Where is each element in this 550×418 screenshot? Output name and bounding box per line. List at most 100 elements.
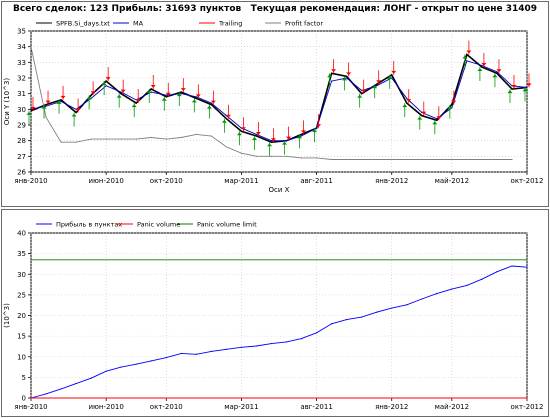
panel0-series-point	[165, 96, 167, 98]
panel1-series-point	[361, 316, 363, 318]
panel0-y-axis-label: Оси Y (10^3)	[3, 78, 11, 126]
panel0-series-point	[406, 158, 408, 161]
panel0-series-point	[120, 93, 122, 95]
panel1-plot-area	[30, 232, 528, 399]
panel1-series-point	[466, 284, 468, 286]
panel0-series-point	[436, 118, 438, 120]
panel1-y-axis-label: (10^3)	[3, 303, 11, 328]
panel0-series-point	[436, 158, 438, 161]
panel0-series-point	[315, 157, 318, 159]
panel1-series-point	[60, 388, 62, 390]
panel0-series-point	[60, 99, 62, 101]
panel1-legend-label: Прибыль в пунктах	[56, 221, 122, 229]
panel1-y-tick-label: 30	[17, 271, 26, 279]
panel1-series-point	[526, 259, 528, 261]
panel0-y-tick-label: 32	[17, 75, 26, 83]
panel1-series-point	[496, 271, 498, 273]
panel0-series-point	[270, 141, 273, 143]
panel1-series-point	[331, 323, 333, 325]
panel0-series-point	[391, 74, 393, 76]
charts-svg: 26 27 28 29 30 31 32 33 34 35 янв-2010 июн-2010 окт-…	[3, 20, 544, 412]
panel0-series-point	[526, 86, 528, 88]
panel0-x-tick-label: окт-2012	[511, 177, 544, 185]
panel0-series-point	[255, 133, 258, 135]
panel0-series-point	[376, 158, 378, 161]
panel1-y-tick-label: 15	[17, 333, 26, 341]
panel1-series-point	[421, 298, 423, 300]
panel0-series-point	[60, 100, 62, 103]
panel1-y-tick-label: 0	[22, 395, 26, 403]
panel1-y-tick-label: 20	[17, 312, 26, 320]
panel1-series-point	[135, 363, 137, 365]
panel0-series-point	[240, 130, 243, 132]
panel0-series-point	[225, 118, 227, 120]
panel0-y-tick-label: 30	[17, 106, 26, 114]
panel0-series-point	[180, 136, 182, 139]
panel0-series-point	[30, 46, 32, 48]
panel0-series-point	[361, 93, 363, 95]
panel0-series-point	[240, 152, 243, 154]
panel0-legend-label: SPFB.Si_days.txt	[56, 20, 110, 28]
panel0-series-point	[361, 158, 363, 161]
panel0-series-point	[195, 96, 197, 98]
panel1-series-point	[391, 307, 393, 309]
panel0-series-point	[346, 77, 348, 79]
panel0-series-point	[270, 140, 273, 142]
panel1-y-tick-label: 5	[22, 374, 26, 382]
panel0-series-point	[331, 158, 333, 161]
panel1-series-point	[346, 319, 348, 321]
panel1-series-point	[45, 393, 47, 395]
panel0-series-point	[300, 157, 303, 159]
panel0-series-point	[30, 108, 32, 110]
panel1-series-point	[120, 366, 122, 368]
panel0-series-point	[255, 135, 258, 137]
panel0-series-point	[165, 94, 167, 96]
panel0-series-point	[195, 133, 197, 135]
panel0-series-point	[210, 135, 212, 137]
panel0-series-point	[300, 133, 303, 135]
panel1-series-point	[150, 360, 152, 362]
panel1-y-tick-label: 40	[17, 230, 26, 238]
panel0-x-tick-label: авг-2011	[300, 177, 332, 185]
panel0-series-point	[496, 158, 498, 161]
panel0-series-point	[481, 158, 483, 161]
panel1-series-point	[180, 352, 182, 355]
panel1-series-point	[105, 370, 107, 372]
panel0-series-point	[466, 53, 468, 56]
panel0-series-point	[391, 158, 393, 161]
panel0-series-point	[135, 102, 137, 104]
panel0-series-point	[135, 138, 137, 140]
panel0-series-point	[75, 111, 77, 114]
panel1-x-tick-label: май-2012	[435, 403, 469, 411]
panel0-series-point	[451, 158, 453, 161]
panel1-x-tick-label: янв-2010	[14, 403, 47, 411]
panel0-series-point	[331, 72, 333, 74]
panel0-legend-label: Trailing	[218, 20, 242, 28]
panel0-y-tick-label: 29	[17, 122, 26, 130]
panel0-series-point	[406, 97, 408, 99]
panel0-series-point	[511, 88, 513, 90]
panel0-series-point	[90, 138, 92, 140]
panel1-series-point	[451, 288, 453, 290]
panel1-y-tick-label: 10	[17, 353, 26, 361]
panel0-series-point	[180, 93, 182, 95]
panel1-series-point	[481, 278, 483, 280]
panel0-series-point	[120, 91, 122, 93]
panel0-x-tick-label: янв-2012	[375, 177, 408, 185]
panel1-x-tick-label: мар-2011	[224, 403, 258, 411]
panel0-series-point	[45, 105, 47, 107]
panel1-x-tick-label: янв-2012	[375, 403, 408, 411]
panel0-series-point	[75, 141, 77, 143]
panel0-x-tick-label: окт-2010	[150, 177, 183, 185]
panel1-series-point	[315, 332, 318, 334]
panel0-series-point	[270, 155, 273, 157]
panel0-series-point	[180, 91, 182, 93]
panel1-series-point	[225, 348, 227, 350]
panel0-series-point	[90, 94, 92, 96]
panel0-x-tick-label: май-2012	[435, 177, 469, 185]
panel1-x-tick-label: июн-2010	[88, 403, 123, 411]
panel0-series-point	[481, 64, 483, 67]
panel1-x-tick-label: авг-2011	[300, 403, 332, 411]
panel0-series-point	[406, 102, 408, 104]
panel0-series-point	[421, 158, 423, 161]
